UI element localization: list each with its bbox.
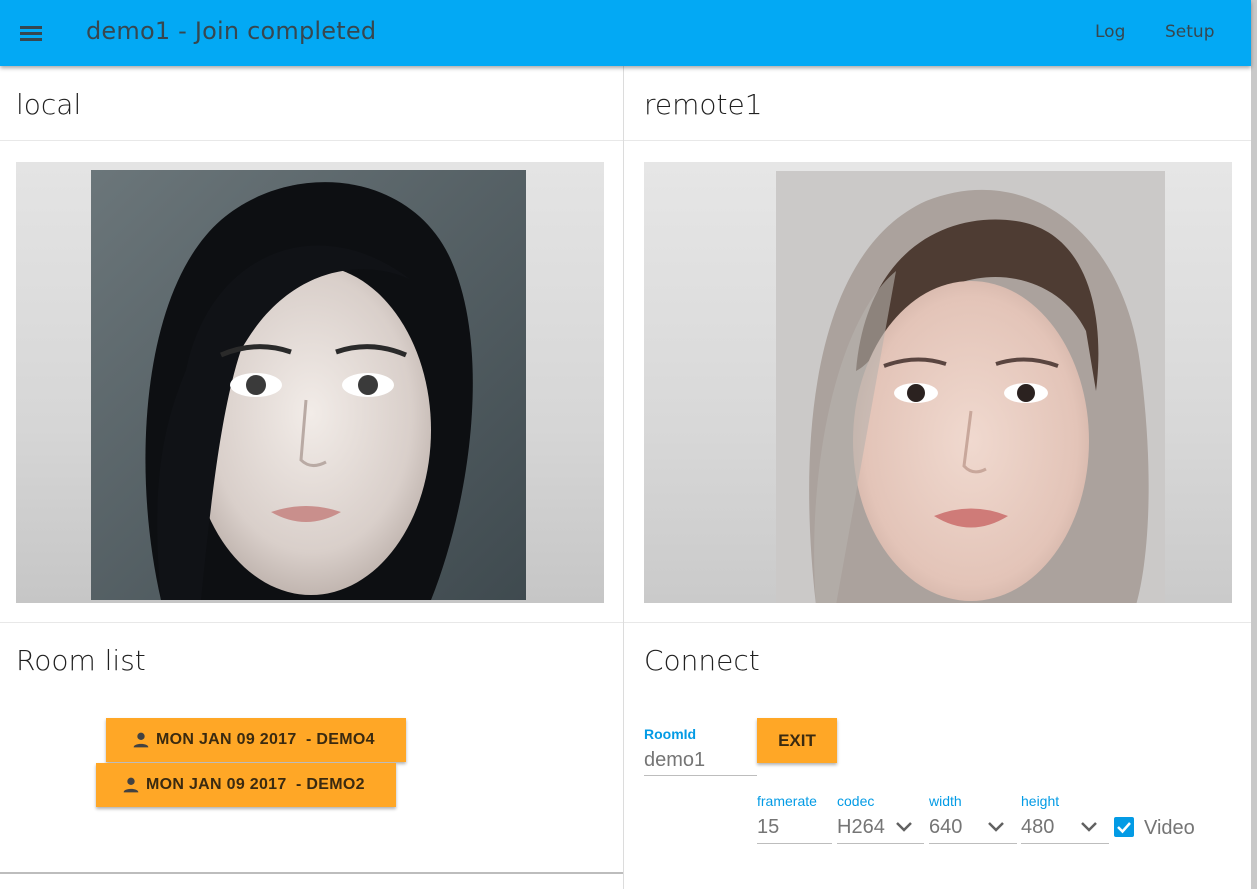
local-panel-divider — [0, 622, 623, 623]
local-face-image — [91, 170, 526, 600]
chevron-down-icon[interactable] — [1080, 821, 1098, 833]
room-button-demo4[interactable]: MON JAN 09 2017 - DEMO4 — [106, 718, 406, 762]
exit-button[interactable]: EXIT — [757, 718, 837, 763]
person-icon — [123, 777, 139, 793]
width-select[interactable]: 640 — [929, 816, 962, 839]
room-label: MON JAN 09 2017 - DEMO4 — [156, 731, 375, 748]
remote-title: remote1 — [644, 88, 763, 121]
room-id-input[interactable]: demo1 — [644, 749, 705, 772]
chevron-down-icon[interactable] — [895, 821, 913, 833]
framerate-underline — [757, 843, 832, 844]
local-header-divider — [0, 140, 623, 141]
remote-face-image — [776, 171, 1165, 603]
width-underline — [929, 843, 1017, 844]
video-checkbox[interactable] — [1114, 817, 1134, 837]
column-divider — [623, 66, 624, 889]
log-button[interactable]: Log — [1095, 22, 1125, 42]
room-id-label: RoomId — [644, 726, 697, 742]
setup-button[interactable]: Setup — [1165, 22, 1214, 42]
remote-video — [644, 162, 1232, 603]
height-underline — [1021, 843, 1109, 844]
room-button-demo2[interactable]: MON JAN 09 2017 - DEMO2 — [96, 763, 396, 807]
room-list-title: Room list — [16, 644, 146, 677]
codec-underline — [837, 843, 924, 844]
room-label: MON JAN 09 2017 - DEMO2 — [146, 776, 365, 793]
checkmark-icon — [1117, 822, 1131, 834]
scrollbar[interactable] — [1251, 0, 1257, 889]
width-label: width — [929, 793, 962, 809]
local-title: local — [16, 88, 82, 121]
codec-select[interactable]: H264 — [837, 816, 885, 839]
app-bar: demo1 - Join completed Log Setup — [0, 0, 1251, 66]
chevron-down-icon[interactable] — [987, 821, 1005, 833]
remote-header-divider — [624, 140, 1251, 141]
app-title: demo1 - Join completed — [86, 17, 377, 45]
framerate-input[interactable]: 15 — [757, 816, 779, 839]
framerate-label: framerate — [757, 793, 817, 809]
room-id-underline — [644, 775, 757, 776]
person-icon — [133, 732, 149, 748]
local-video — [16, 162, 604, 603]
codec-label: codec — [837, 793, 875, 809]
height-label: height — [1021, 793, 1060, 809]
menu-icon[interactable] — [18, 22, 44, 44]
remote-panel-divider — [624, 622, 1251, 623]
connect-title: Connect — [644, 644, 760, 677]
video-checkbox-label: Video — [1144, 817, 1195, 839]
height-select[interactable]: 480 — [1021, 816, 1054, 839]
room-list-bottom-edge — [0, 872, 623, 874]
